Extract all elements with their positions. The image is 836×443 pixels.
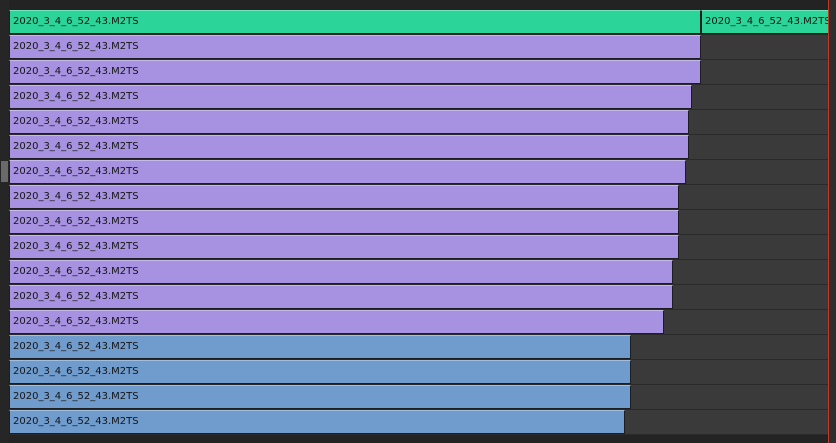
- audio-track[interactable]: 2020_3_4_6_52_43.M2TS: [9, 60, 829, 85]
- audio-clip[interactable]: 2020_3_4_6_52_43.M2TS: [9, 85, 692, 109]
- clip-label: 2020_3_4_6_52_43.M2TS: [13, 391, 139, 402]
- audio-clip[interactable]: 2020_3_4_6_52_43.M2TS: [9, 235, 679, 259]
- video-track[interactable]: 2020_3_4_6_52_43.M2TS 2020_3_4_6_52_43.M…: [9, 10, 829, 35]
- clip-label: 2020_3_4_6_52_43.M2TS: [13, 116, 139, 127]
- audio-clip[interactable]: 2020_3_4_6_52_43.M2TS: [9, 410, 625, 434]
- clip-label: 2020_3_4_6_52_43.M2TS: [13, 266, 139, 277]
- audio-track[interactable]: 2020_3_4_6_52_43.M2TS: [9, 260, 829, 285]
- audio-track[interactable]: 2020_3_4_6_52_43.M2TS: [9, 185, 829, 210]
- clip-label: 2020_3_4_6_52_43.M2TS: [13, 316, 139, 327]
- audio-track[interactable]: 2020_3_4_6_52_43.M2TS: [9, 160, 829, 185]
- clip-label: 2020_3_4_6_52_43.M2TS: [13, 41, 139, 52]
- video-clip[interactable]: 2020_3_4_6_52_43.M2TS: [701, 10, 829, 34]
- audio-track[interactable]: 2020_3_4_6_52_43.M2TS: [9, 110, 829, 135]
- audio-clip[interactable]: 2020_3_4_6_52_43.M2TS: [9, 210, 679, 234]
- clip-label: 2020_3_4_6_52_43.M2TS: [13, 191, 139, 202]
- audio-clip[interactable]: 2020_3_4_6_52_43.M2TS: [9, 35, 701, 59]
- audio-clip[interactable]: 2020_3_4_6_52_43.M2TS: [9, 185, 679, 209]
- timeline-panel[interactable]: 2020_3_4_6_52_43.M2TS 2020_3_4_6_52_43.M…: [0, 0, 836, 443]
- audio-clip[interactable]: 2020_3_4_6_52_43.M2TS: [9, 285, 673, 309]
- clip-label: 2020_3_4_6_52_43.M2TS: [13, 216, 139, 227]
- video-clip[interactable]: 2020_3_4_6_52_43.M2TS: [9, 10, 701, 34]
- clip-label: 2020_3_4_6_52_43.M2TS: [13, 366, 139, 377]
- audio-track[interactable]: 2020_3_4_6_52_43.M2TS: [9, 385, 829, 410]
- clip-label: 2020_3_4_6_52_43.M2TS: [13, 341, 139, 352]
- track-header-strip: [0, 0, 9, 443]
- audio-clip[interactable]: 2020_3_4_6_52_43.M2TS: [9, 310, 664, 334]
- clip-label: 2020_3_4_6_52_43.M2TS: [13, 291, 139, 302]
- clip-label: 2020_3_4_6_52_43.M2TS: [13, 141, 139, 152]
- clip-label: 2020_3_4_6_52_43.M2TS: [13, 166, 139, 177]
- timeline-right-edge: [829, 0, 836, 443]
- clip-label: 2020_3_4_6_52_43.M2TS: [13, 241, 139, 252]
- audio-clip[interactable]: 2020_3_4_6_52_43.M2TS: [9, 385, 631, 409]
- audio-track[interactable]: 2020_3_4_6_52_43.M2TS: [9, 210, 829, 235]
- audio-clip[interactable]: 2020_3_4_6_52_43.M2TS: [9, 110, 689, 134]
- audio-track[interactable]: 2020_3_4_6_52_43.M2TS: [9, 285, 829, 310]
- audio-clip[interactable]: 2020_3_4_6_52_43.M2TS: [9, 360, 631, 384]
- clip-label: 2020_3_4_6_52_43.M2TS: [705, 16, 829, 27]
- playhead[interactable]: [828, 0, 829, 443]
- audio-track[interactable]: 2020_3_4_6_52_43.M2TS: [9, 310, 829, 335]
- audio-clip[interactable]: 2020_3_4_6_52_43.M2TS: [9, 160, 686, 184]
- audio-track[interactable]: 2020_3_4_6_52_43.M2TS: [9, 360, 829, 385]
- clip-label: 2020_3_4_6_52_43.M2TS: [13, 91, 139, 102]
- audio-track[interactable]: 2020_3_4_6_52_43.M2TS: [9, 135, 829, 160]
- clip-label: 2020_3_4_6_52_43.M2TS: [13, 16, 139, 27]
- audio-track[interactable]: 2020_3_4_6_52_43.M2TS: [9, 35, 829, 60]
- track-selection-marker[interactable]: [1, 161, 8, 182]
- audio-clip[interactable]: 2020_3_4_6_52_43.M2TS: [9, 335, 631, 359]
- audio-clip[interactable]: 2020_3_4_6_52_43.M2TS: [9, 135, 689, 159]
- audio-track[interactable]: 2020_3_4_6_52_43.M2TS: [9, 85, 829, 110]
- clip-label: 2020_3_4_6_52_43.M2TS: [13, 416, 139, 427]
- audio-track[interactable]: 2020_3_4_6_52_43.M2TS: [9, 335, 829, 360]
- clip-label: 2020_3_4_6_52_43.M2TS: [13, 66, 139, 77]
- audio-track[interactable]: 2020_3_4_6_52_43.M2TS: [9, 235, 829, 260]
- audio-clip[interactable]: 2020_3_4_6_52_43.M2TS: [9, 60, 701, 84]
- audio-track[interactable]: 2020_3_4_6_52_43.M2TS: [9, 410, 829, 435]
- audio-clip[interactable]: 2020_3_4_6_52_43.M2TS: [9, 260, 673, 284]
